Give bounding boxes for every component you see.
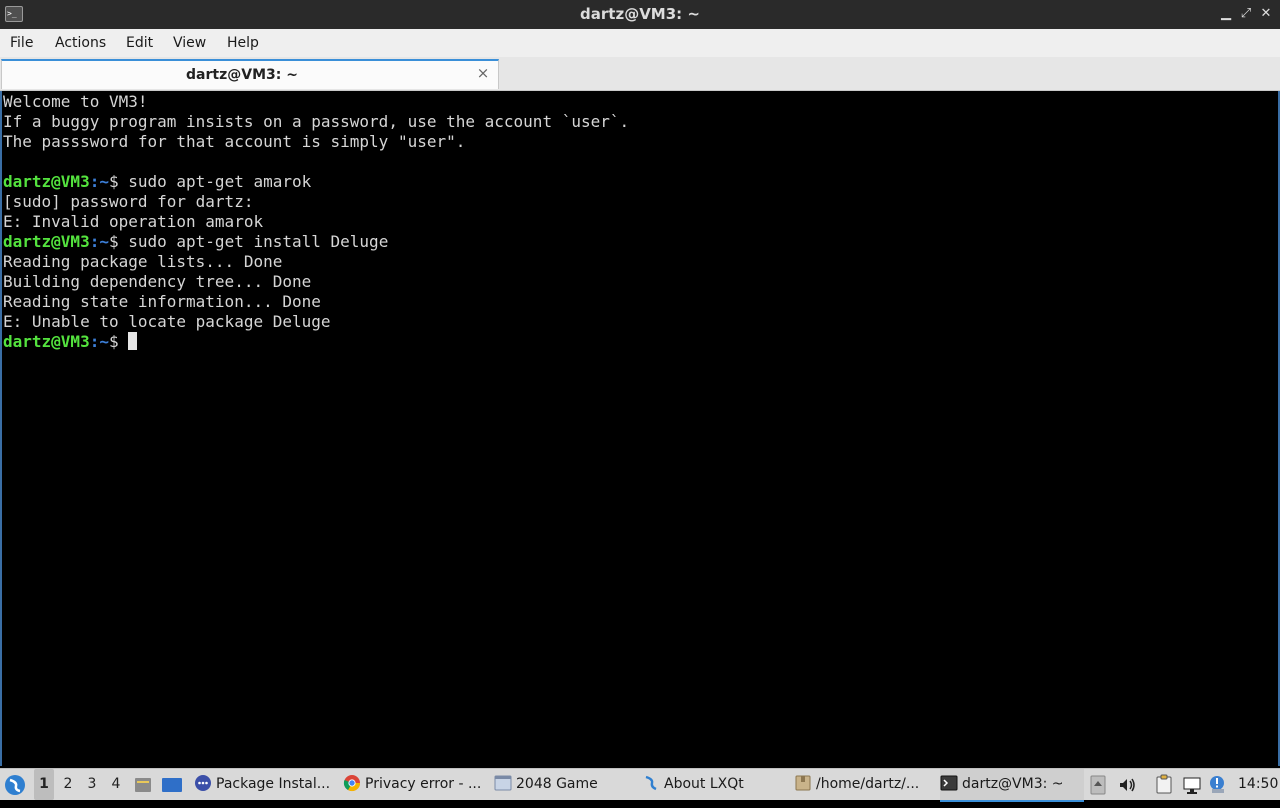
lxqt-icon — [645, 775, 657, 791]
clipboard-button[interactable] — [1155, 769, 1177, 800]
show-desktop-button[interactable] — [161, 769, 185, 800]
terminal-line: E: Invalid operation amarok — [3, 212, 629, 232]
main-menu-button[interactable] — [4, 769, 28, 800]
task-home-folder[interactable]: /home/dartz/... — [794, 769, 934, 800]
terminal-line: If a buggy program insists on a password… — [3, 112, 629, 132]
task-label: Privacy error - ... — [365, 776, 482, 792]
prompt-user: dartz@VM3 — [3, 332, 90, 351]
volume-button[interactable] — [1117, 769, 1139, 800]
command-text: sudo apt-get amarok — [128, 172, 312, 191]
output-text: Building dependency tree... Done — [3, 272, 312, 291]
prompt-path: :~ — [89, 172, 109, 191]
task-privacy-error[interactable]: Privacy error - ... — [343, 769, 487, 800]
task-label: 2048 Game — [516, 776, 598, 792]
terminal-cursor — [128, 332, 138, 350]
terminal-line: Reading state information... Done — [3, 292, 629, 312]
terminal-window: >_ dartz@VM3: ~ ▁ ⤢ ✕ File Actions Edit … — [0, 0, 1280, 768]
terminal-output[interactable]: Welcome to VM3! If a buggy program insist… — [0, 91, 1280, 766]
terminal-line: dartz@VM3:~$ sudo apt-get install Deluge — [3, 232, 629, 252]
clipboard-icon — [1156, 774, 1172, 794]
close-button[interactable]: ✕ — [1258, 6, 1274, 22]
terminal-line: Reading package lists... Done — [3, 252, 629, 272]
task-terminal[interactable]: dartz@VM3: ~ — [940, 769, 1084, 802]
prompt-path: :~ — [89, 232, 109, 251]
terminal-line: [sudo] password for dartz: — [3, 192, 629, 212]
prompt-path: :~ — [89, 332, 109, 351]
maximize-button[interactable]: ⤢ — [1238, 6, 1254, 22]
menu-actions[interactable]: Actions — [55, 29, 106, 57]
updates-button[interactable] — [1208, 769, 1230, 800]
network-icon — [1183, 777, 1201, 794]
folder-icon — [795, 775, 811, 791]
output-text: E: Unable to locate package Deluge — [3, 312, 331, 331]
clock[interactable]: 14:50 — [1238, 769, 1278, 800]
output-text: [sudo] password for dartz: — [3, 192, 254, 211]
minimize-button[interactable]: ▁ — [1218, 6, 1234, 22]
tab-label: dartz@VM3: ~ — [186, 67, 298, 83]
tab-close-icon[interactable]: × — [476, 66, 490, 81]
task-label: dartz@VM3: ~ — [962, 776, 1064, 792]
output-text: Reading state information... Done — [3, 292, 321, 311]
window-icon — [494, 775, 512, 791]
title-bar[interactable]: >_ dartz@VM3: ~ ▁ ⤢ ✕ — [0, 0, 1280, 30]
menu-file[interactable]: File — [10, 29, 33, 57]
tab-terminal[interactable]: dartz@VM3: ~ × — [1, 59, 499, 89]
desktop-1-button[interactable]: 1 — [34, 769, 54, 800]
prompt-symbol: $ — [108, 332, 129, 351]
prompt-user: dartz@VM3 — [3, 172, 90, 191]
terminal-line: The passsword for that account is simply… — [3, 132, 629, 152]
command-text: sudo apt-get install Deluge — [128, 232, 389, 251]
prompt-user: dartz@VM3 — [3, 232, 90, 251]
taskbar: 1 2 3 4 Package Instal... Privacy error … — [0, 768, 1280, 802]
output-text: Welcome to VM3! — [3, 92, 148, 111]
window-title: dartz@VM3: ~ — [580, 5, 700, 23]
output-text: If a buggy program insists on a password… — [3, 112, 630, 131]
desktop-icon — [162, 778, 182, 792]
task-2048-game[interactable]: 2048 Game — [494, 769, 634, 800]
lxqt-menu-icon — [5, 775, 25, 795]
file-manager-icon — [135, 778, 151, 792]
menu-view[interactable]: View — [173, 29, 206, 57]
terminal-line: Building dependency tree... Done — [3, 272, 629, 292]
task-label: /home/dartz/... — [816, 776, 920, 792]
prompt-symbol: $ — [108, 232, 129, 251]
task-package-installer[interactable]: Package Instal... — [194, 769, 336, 800]
terminal-line: Welcome to VM3! — [3, 92, 629, 112]
file-manager-launcher[interactable] — [133, 769, 155, 800]
desktop-4-button[interactable]: 4 — [106, 769, 126, 800]
terminal-lines: Welcome to VM3! If a buggy program insist… — [3, 92, 629, 352]
menu-bar: File Actions Edit View Help — [0, 29, 1280, 57]
tray-scroll-button[interactable] — [1090, 769, 1110, 800]
terminal-line: dartz@VM3:~$ sudo apt-get amarok — [3, 172, 629, 192]
terminal-icon — [940, 775, 958, 791]
task-about-lxqt[interactable]: About LXQt — [642, 769, 788, 800]
chrome-icon — [343, 775, 361, 792]
network-button[interactable] — [1182, 769, 1204, 800]
tab-bar: dartz@VM3: ~ × — [0, 57, 1280, 91]
output-text: E: Invalid operation amarok — [3, 212, 264, 231]
prompt-symbol: $ — [108, 172, 129, 191]
volume-icon — [1120, 778, 1135, 792]
menu-edit[interactable]: Edit — [126, 29, 153, 57]
menu-help[interactable]: Help — [227, 29, 259, 57]
output-text: Reading package lists... Done — [3, 252, 283, 271]
tray-arrow-icon — [1090, 775, 1106, 795]
desktop-3-button[interactable]: 3 — [82, 769, 102, 800]
task-label: Package Instal... — [216, 776, 331, 792]
info-icon — [1210, 776, 1224, 793]
terminal-line: dartz@VM3:~$ — [3, 332, 629, 352]
terminal-line: E: Unable to locate package Deluge — [3, 312, 629, 332]
output-text: The passsword for that account is simply… — [3, 132, 466, 151]
desktop-2-button[interactable]: 2 — [58, 769, 78, 800]
task-label: About LXQt — [664, 776, 744, 792]
package-installer-icon — [195, 775, 211, 791]
